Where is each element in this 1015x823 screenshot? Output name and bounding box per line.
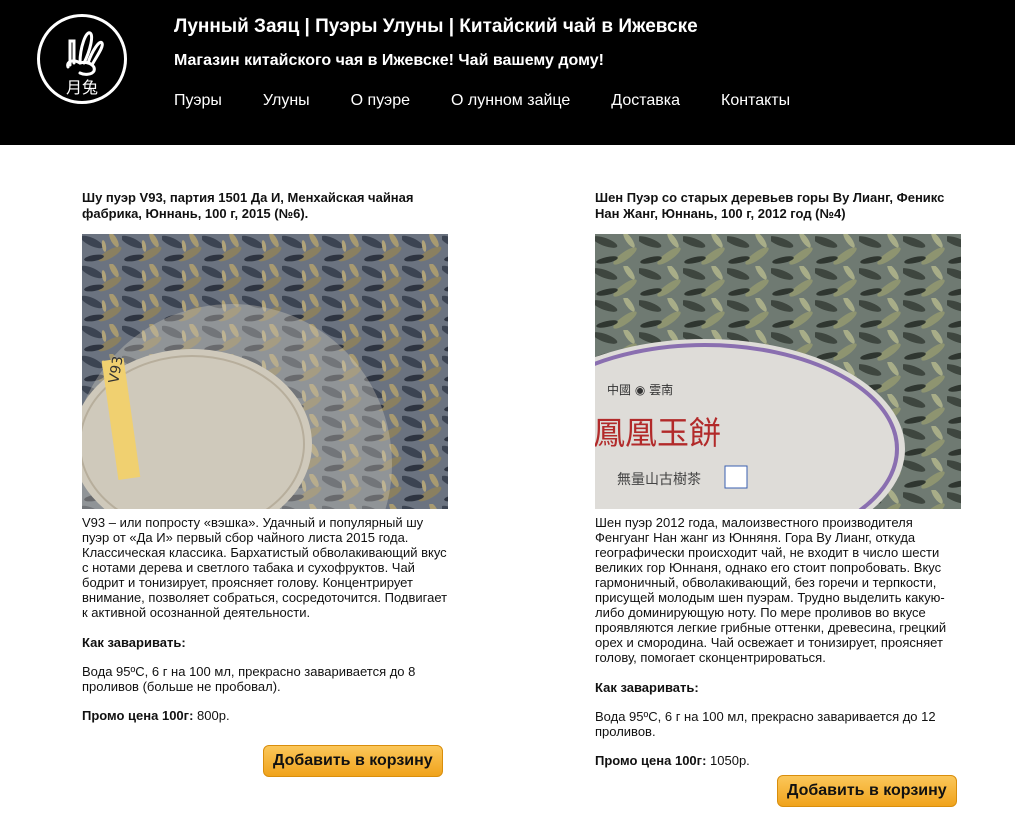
nav-item-oolong[interactable]: Улуны bbox=[263, 92, 310, 110]
product-title[interactable]: Шен Пуэр со старых деревьев горы Ву Лиан… bbox=[595, 190, 967, 222]
product-title[interactable]: Шу пуэр V93, партия 1501 Да И, Менхайска… bbox=[82, 190, 452, 222]
price-value: 800р. bbox=[193, 708, 230, 723]
nav-item-about-rabbit[interactable]: О лунном зайце bbox=[451, 92, 570, 110]
product-card: Шен Пуэр со старых деревьев горы Ву Лиан… bbox=[595, 190, 967, 768]
product-price: Промо цена 100г: 800р. bbox=[82, 708, 452, 723]
nav-item-delivery[interactable]: Доставка bbox=[611, 92, 680, 110]
product-image[interactable]: 中國 ◉ 雲南 鳳凰玉餅 無量山古樹茶 bbox=[595, 234, 961, 509]
product-image[interactable]: V93 bbox=[82, 234, 448, 509]
site-logo[interactable]: 月兔 bbox=[37, 14, 127, 104]
site-title[interactable]: Лунный Заяц | Пуэры Улуны | Китайский ча… bbox=[174, 16, 698, 38]
product-description: Шен пуэр 2012 года, малоизвестного произ… bbox=[595, 515, 947, 665]
svg-text:無量山古樹茶: 無量山古樹茶 bbox=[617, 472, 701, 488]
price-label: Промо цена 100г: bbox=[595, 753, 707, 768]
price-label: Промо цена 100г: bbox=[82, 708, 194, 723]
nav-item-about-puerh[interactable]: О пуэре bbox=[351, 92, 410, 110]
svg-text:月兔: 月兔 bbox=[66, 78, 98, 97]
price-value: 1050р. bbox=[706, 753, 750, 768]
rabbit-logo-icon: 月兔 bbox=[66, 31, 104, 97]
brew-heading: Как заваривать: bbox=[595, 680, 699, 695]
add-to-cart-button[interactable]: Добавить в корзину bbox=[263, 745, 443, 777]
main-nav: Пуэры Улуны О пуэре О лунном зайце Доста… bbox=[174, 92, 831, 110]
brew-instructions: Вода 95ºC, 6 г на 100 мл, прекрасно зава… bbox=[82, 664, 416, 694]
product-price: Промо цена 100г: 1050р. bbox=[595, 753, 967, 768]
svg-text:中國 ◉ 雲南: 中國 ◉ 雲南 bbox=[607, 382, 673, 397]
image-wrapper-label: 鳳凰玉餅 bbox=[595, 414, 721, 452]
product-description: V93 – или попросту «вэшка». Удачный и по… bbox=[82, 515, 448, 620]
site-header: 月兔 Лунный Заяц | Пуэры Улуны | Китайский… bbox=[0, 0, 1015, 145]
nav-item-puerh[interactable]: Пуэры bbox=[174, 92, 222, 110]
site-tagline: Магазин китайского чая в Ижевске! Чай ва… bbox=[174, 52, 604, 69]
brew-instructions: Вода 95ºC, 6 г на 100 мл, прекрасно зава… bbox=[595, 709, 936, 739]
brew-heading: Как заваривать: bbox=[82, 635, 186, 650]
add-to-cart-button[interactable]: Добавить в корзину bbox=[777, 775, 957, 807]
nav-item-contacts[interactable]: Контакты bbox=[721, 92, 790, 110]
product-card: Шу пуэр V93, партия 1501 Да И, Менхайска… bbox=[82, 190, 452, 723]
